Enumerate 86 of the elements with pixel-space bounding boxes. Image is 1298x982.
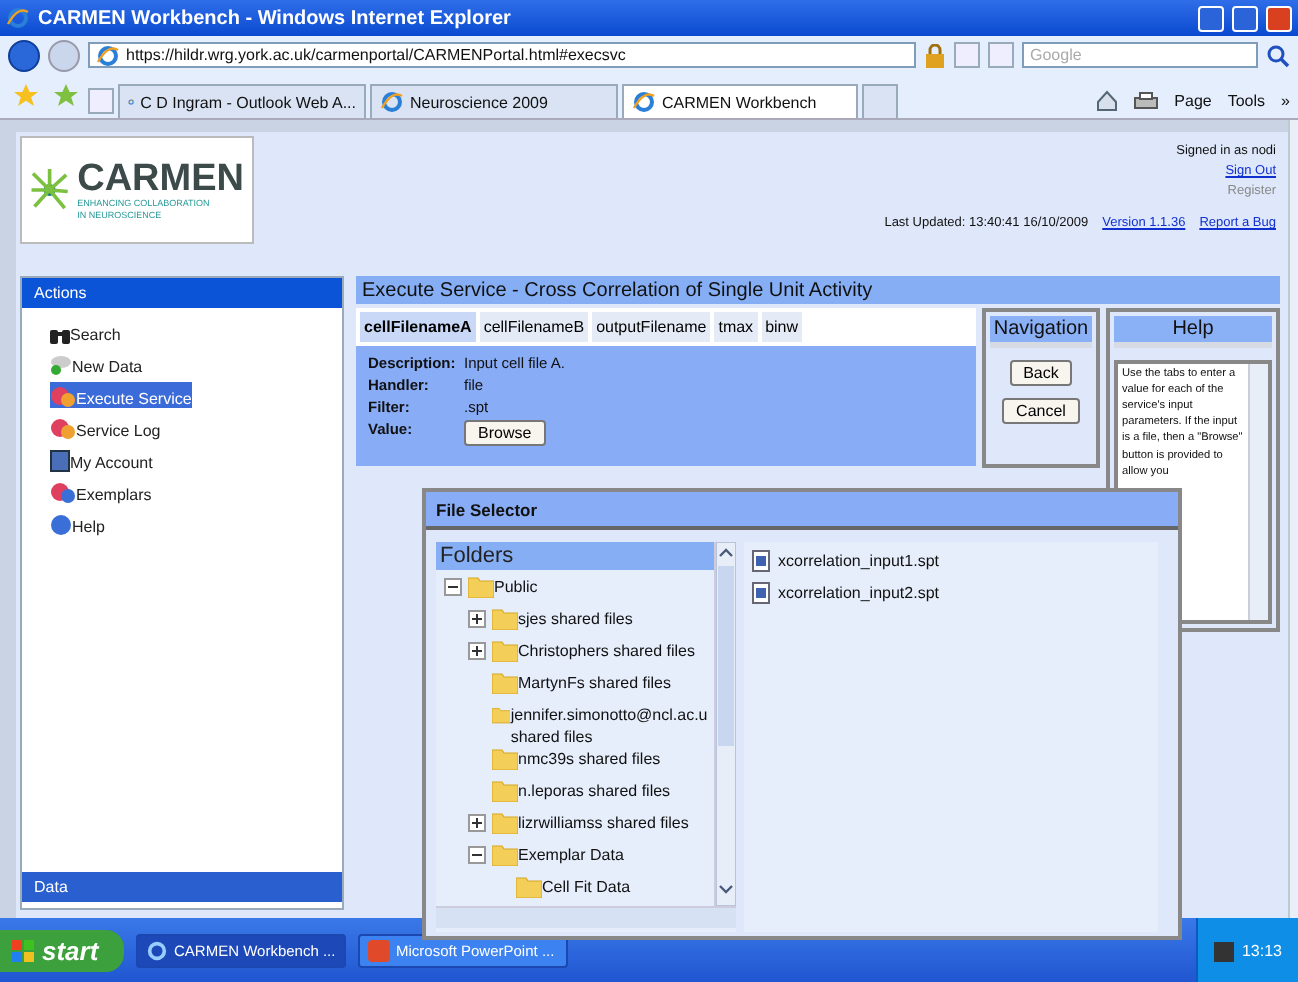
file-icon	[752, 550, 770, 572]
browse-button[interactable]: Browse	[464, 420, 546, 446]
nav-button[interactable]: Cancel	[1002, 398, 1080, 424]
folder-icon	[492, 640, 518, 662]
expand-icon[interactable]	[468, 642, 486, 660]
folder-label[interactable]: Exemplar Data	[518, 844, 624, 866]
page-icon	[96, 43, 120, 67]
parameter-tab[interactable]: tmax	[714, 312, 758, 342]
sidebar-footer[interactable]: Data	[22, 872, 342, 902]
sidebar-header: Actions	[22, 278, 342, 308]
horizontal-scrollbar[interactable]	[436, 906, 736, 928]
gears-icon	[50, 418, 76, 440]
browser-icon	[146, 940, 168, 962]
sidebar-item[interactable]: Execute Service	[50, 382, 192, 408]
scrollbar[interactable]	[1248, 364, 1268, 620]
book-icon	[50, 450, 70, 472]
logo-title: CARMEN	[77, 160, 244, 199]
parameter-tab[interactable]: cellFilenameB	[479, 312, 589, 342]
command-menu[interactable]: Page	[1174, 92, 1212, 110]
parameter-tab[interactable]: binw	[761, 312, 803, 342]
printer-icon[interactable]	[1134, 91, 1159, 111]
expand-icon[interactable]	[468, 814, 486, 832]
window-title: CARMEN Workbench - Windows Internet Explorer	[38, 7, 513, 29]
presentation-icon	[368, 940, 390, 962]
browser-tab[interactable]: Neuroscience 2009	[370, 84, 618, 118]
folder-icon	[492, 844, 518, 866]
folders-header: Folders	[436, 542, 714, 570]
expand-icon[interactable]	[468, 610, 486, 628]
folder-label[interactable]: lizrwilliamss shared files	[518, 812, 689, 834]
parameter-tab[interactable]: outputFilename	[592, 312, 711, 342]
folder-icon	[468, 576, 494, 598]
ie-icon	[6, 6, 30, 30]
help-icon	[50, 514, 72, 536]
close-button[interactable]	[1266, 5, 1292, 31]
service-title: Execute Service - Cross Correlation of Single Unit Activity	[356, 276, 1280, 304]
back-button[interactable]	[8, 39, 40, 71]
folder-icon	[492, 608, 518, 630]
windows-logo-icon	[12, 939, 36, 963]
parameter-tab[interactable]: cellFilenameA	[360, 312, 476, 342]
panel-title: Navigation	[990, 316, 1092, 348]
folder-icon	[492, 704, 511, 726]
home-icon[interactable]	[1096, 90, 1119, 112]
binoculars-icon	[50, 326, 70, 344]
folder-icon	[492, 812, 518, 834]
browser-tab[interactable]: CARMEN Workbench	[622, 84, 858, 118]
search-icon[interactable]	[1266, 43, 1290, 67]
favorites-star-icon[interactable]	[14, 84, 38, 108]
nav-button[interactable]: Back	[1009, 360, 1073, 386]
sidebar-item[interactable]: Search	[50, 318, 121, 344]
file-name[interactable]: xcorrelation_input1.spt	[778, 552, 939, 570]
folder-icon	[492, 672, 518, 694]
lock-icon	[924, 43, 946, 67]
tree-scrollbar[interactable]	[714, 542, 736, 906]
folder-icon	[516, 876, 542, 898]
sidebar-item[interactable]: Service Log	[50, 414, 161, 440]
folder-label[interactable]: sjes shared files	[518, 608, 633, 630]
browser-tab[interactable]: C D Ingram - Outlook Web A...	[118, 84, 366, 118]
gears-icon	[50, 482, 76, 504]
page-scrollbar[interactable]	[1288, 120, 1298, 918]
browser-icon	[632, 90, 656, 114]
folder-label[interactable]: nmc39s shared files	[518, 748, 661, 770]
folder-icon	[492, 748, 518, 770]
folder-label[interactable]: n.leporas shared files	[518, 780, 671, 802]
sidebar-item[interactable]: New Data	[50, 350, 143, 376]
disk-icon	[50, 354, 72, 376]
sidebar-item[interactable]: Exemplars	[50, 478, 152, 504]
file-icon	[752, 582, 770, 604]
folder-icon	[492, 780, 518, 802]
file-name[interactable]: xcorrelation_input2.spt	[778, 584, 939, 602]
sidebar-item[interactable]: My Account	[50, 446, 153, 472]
folder-label[interactable]: Public	[494, 576, 538, 598]
clock-text: 13:13	[1241, 942, 1282, 960]
collapse-icon[interactable]	[444, 578, 462, 596]
collapse-icon[interactable]	[468, 846, 486, 864]
folder-label[interactable]: Christophers shared files	[518, 640, 695, 662]
browser-icon	[380, 90, 404, 114]
command-menu[interactable]: Tools	[1227, 92, 1266, 110]
search-field[interactable]: Google	[1022, 42, 1258, 68]
panel-title: Help	[1114, 316, 1272, 348]
folder-label[interactable]: MartynFs shared files	[518, 672, 671, 694]
dialog-title: File Selector	[426, 492, 1178, 530]
address-field[interactable]: https://hildr.wrg.york.ac.uk/carmenportal/CARMENPortal.html#execsvc	[88, 42, 916, 68]
sidebar-item[interactable]: Help	[50, 510, 105, 536]
more-chevron[interactable]: »	[1281, 92, 1290, 110]
gears-icon	[50, 386, 76, 408]
folder-label[interactable]: Cell Fit Data	[542, 876, 631, 898]
